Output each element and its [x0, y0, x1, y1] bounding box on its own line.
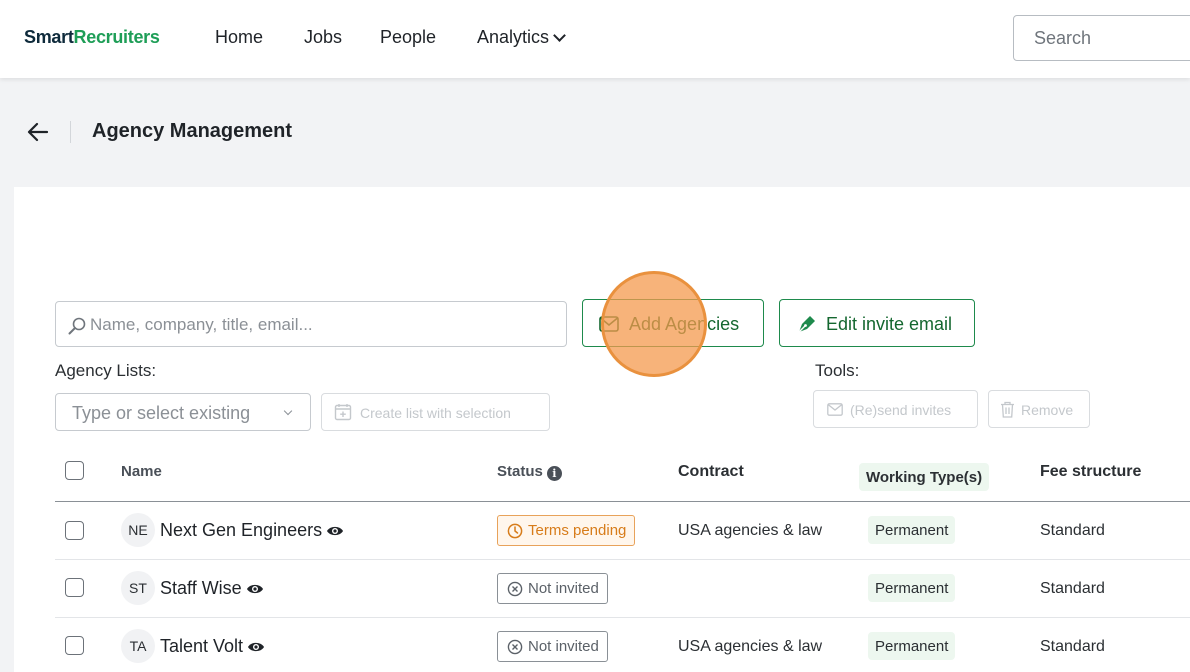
contract-cell: USA agencies & law [678, 522, 823, 539]
column-header-contract[interactable]: Contract [678, 463, 744, 481]
agency-lists-select[interactable]: Type or select existing [55, 393, 311, 431]
fee-structure-cell: Standard [1040, 522, 1105, 539]
row-divider [55, 617, 1190, 618]
column-header-name[interactable]: Name [121, 463, 162, 480]
smartrecruiters-logo[interactable]: SmartRecruiters [24, 27, 160, 48]
agency-name-link[interactable]: Staff Wise [160, 578, 264, 599]
eye-icon[interactable] [247, 637, 265, 652]
table-header-divider [55, 501, 1190, 502]
clock-icon [507, 523, 523, 539]
status-text: Terms pending [528, 522, 627, 539]
pen-icon [796, 313, 818, 335]
agency-lists-select-placeholder: Type or select existing [72, 403, 251, 423]
contract-cell: USA agencies & law [678, 638, 823, 655]
add-agencies-label: Add Agencies [629, 314, 740, 334]
envelope-icon [827, 403, 843, 416]
status-badge: Terms pending [497, 515, 636, 546]
row-checkbox[interactable] [65, 521, 84, 540]
page-title: Agency Management [92, 120, 293, 142]
eye-icon[interactable] [246, 579, 264, 594]
agency-name-link[interactable]: Next Gen Engineers [160, 520, 344, 541]
avatar: NE [121, 513, 155, 547]
search-input[interactable]: Search [1013, 15, 1190, 61]
eye-icon[interactable] [326, 521, 344, 536]
agency-lists-label: Agency Lists: [55, 361, 157, 380]
logo-text-recruiters: Recruiters [73, 27, 160, 47]
header-divider [70, 121, 71, 143]
resend-invites-button[interactable]: (Re)send invites [813, 390, 978, 428]
nav-analytics-label: Analytics [477, 27, 550, 47]
agency-search-placeholder: Name, company, title, email... [90, 315, 313, 334]
row-checkbox[interactable] [65, 578, 84, 597]
row-divider [55, 559, 1190, 560]
top-nav: SmartRecruiters Home Jobs People Analyti… [0, 0, 1190, 78]
create-list-label: Create list with selection [360, 405, 511, 421]
column-header-working-type[interactable]: Working Type(s) [859, 463, 990, 491]
calendar-plus-icon [334, 403, 352, 421]
nav-jobs[interactable]: Jobs [304, 27, 342, 48]
agency-name-link[interactable]: Talent Volt [160, 636, 265, 657]
status-badge: Not invited [497, 573, 608, 604]
add-agencies-button[interactable]: Add Agencies [582, 299, 764, 347]
x-circle-icon [507, 581, 523, 597]
chevron-down-icon [553, 29, 566, 42]
agency-name-text: Talent Volt [160, 636, 244, 656]
resend-invites-label: (Re)send invites [850, 402, 952, 418]
fee-structure-cell: Standard [1040, 638, 1105, 655]
info-icon[interactable]: i [546, 466, 562, 481]
chevron-down-icon [283, 406, 293, 416]
edit-invite-email-label: Edit invite email [826, 314, 953, 334]
nav-people[interactable]: People [380, 27, 436, 48]
x-circle-icon [507, 639, 523, 655]
envelope-icon [599, 316, 619, 332]
back-arrow-icon[interactable] [27, 120, 49, 144]
avatar: TA [121, 629, 155, 663]
agency-search-input[interactable]: Name, company, title, email... [55, 301, 567, 347]
nav-analytics[interactable]: Analytics [477, 27, 566, 48]
nav-home[interactable]: Home [215, 27, 263, 48]
row-checkbox[interactable] [65, 636, 84, 655]
agency-name-text: Next Gen Engineers [160, 520, 323, 540]
working-type-tag: Permanent [868, 574, 956, 602]
status-text: Not invited [528, 638, 599, 655]
status-text: Not invited [528, 580, 599, 597]
remove-label: Remove [1021, 402, 1074, 418]
logo-text-smart: Smart [24, 27, 74, 47]
search-icon [67, 316, 87, 336]
create-list-button[interactable]: Create list with selection [321, 393, 550, 431]
select-all-checkbox[interactable] [65, 461, 84, 480]
fee-structure-cell: Standard [1040, 580, 1105, 597]
status-badge: Not invited [497, 631, 608, 662]
column-header-status[interactable]: Status i [497, 463, 562, 481]
agency-name-text: Staff Wise [160, 578, 242, 598]
trash-icon [1000, 401, 1015, 418]
column-header-fee-structure[interactable]: Fee structure [1040, 463, 1141, 481]
working-type-tag: Permanent [868, 516, 956, 544]
working-type-tag: Permanent [868, 632, 956, 660]
tools-label: Tools: [815, 361, 860, 380]
column-header-status-label: Status [497, 463, 543, 480]
remove-button[interactable]: Remove [988, 390, 1090, 428]
avatar: ST [121, 571, 155, 605]
edit-invite-email-button[interactable]: Edit invite email [779, 299, 975, 347]
